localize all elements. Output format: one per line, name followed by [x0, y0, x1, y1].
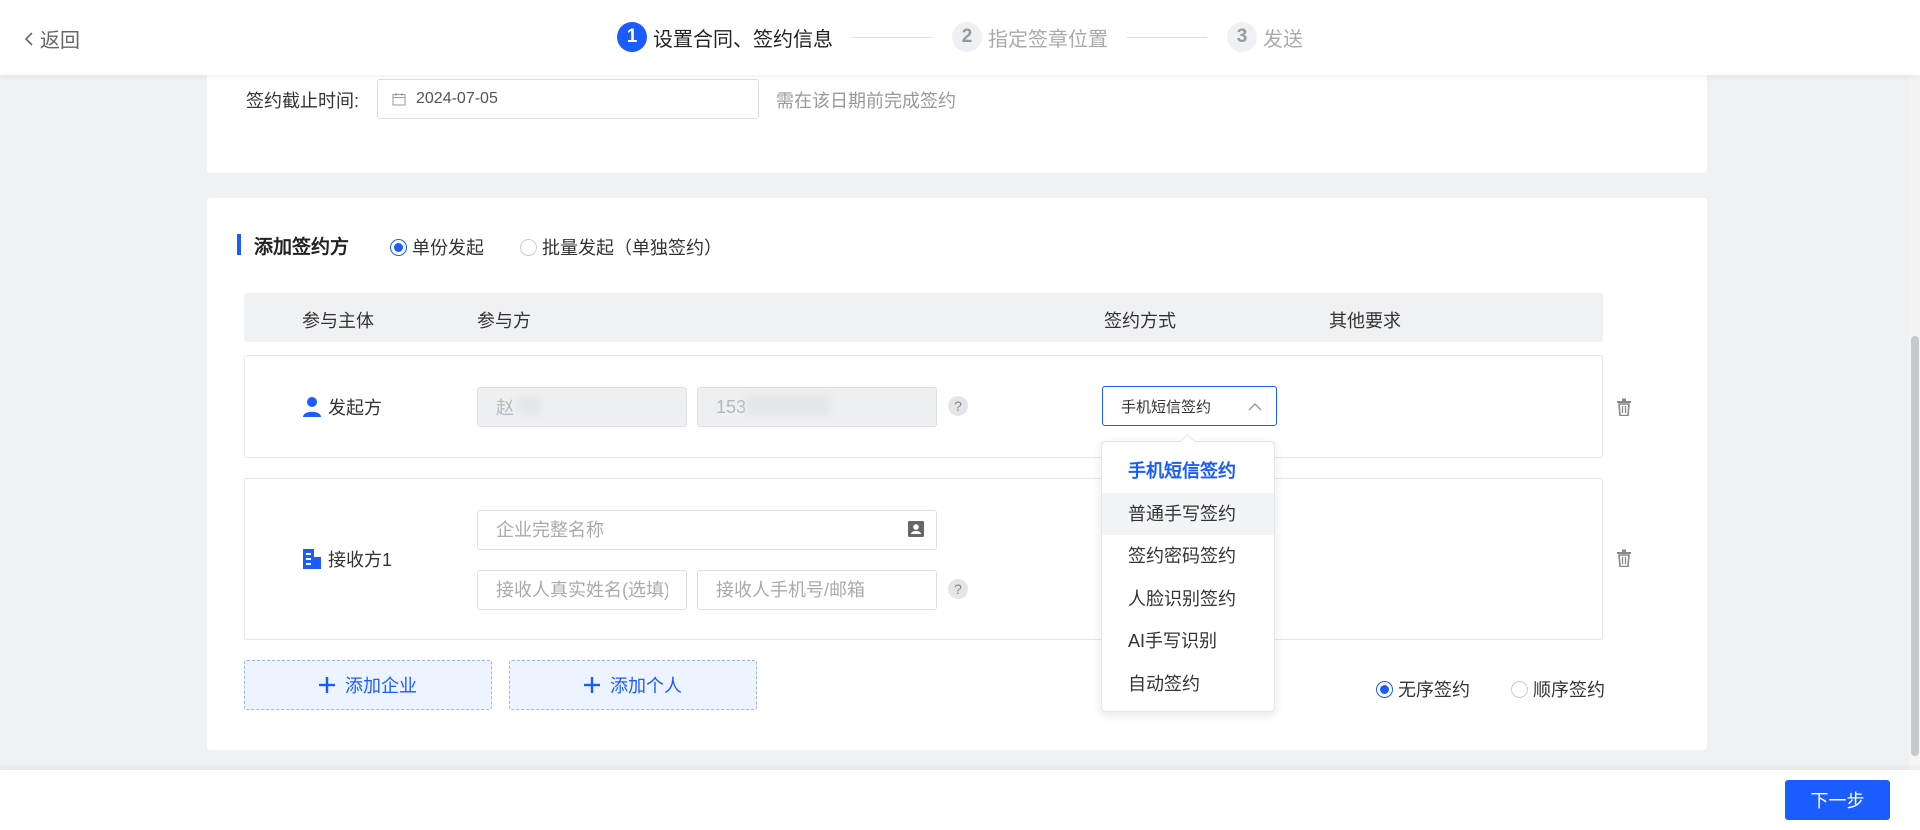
- sign-method-dropdown: 手机短信签约 普通手写签约 签约密码签约 人脸识别签约 AI手写识别 自动签约: [1101, 441, 1275, 712]
- add-company-button[interactable]: 添加企业: [244, 660, 492, 710]
- receiver-role-label: 接收方1: [328, 550, 393, 570]
- sign-method-select[interactable]: 手机短信签约: [1102, 386, 1277, 426]
- step-divider: [1127, 37, 1207, 38]
- back-label: 返回: [40, 30, 80, 52]
- chevron-left-icon: [24, 31, 33, 46]
- radio-checked-icon: [1376, 680, 1393, 698]
- initiator-phone-value: 153: [716, 396, 747, 417]
- order-sequential-label: 顺序签约: [1533, 680, 1605, 700]
- building-icon: [303, 549, 321, 569]
- step-3-number: 3: [1227, 22, 1257, 52]
- sign-method-option[interactable]: 自动签约: [1102, 663, 1274, 706]
- col-sign-method: 签约方式: [1104, 311, 1176, 331]
- step-2-number: 2: [952, 22, 982, 52]
- mode-batch-label: 批量发起（单独签约）: [542, 238, 722, 258]
- sign-method-option[interactable]: 签约密码签约: [1102, 535, 1274, 578]
- plus-icon: [319, 677, 335, 693]
- receiver-role: 接收方1: [302, 546, 392, 572]
- col-party: 参与方: [477, 311, 531, 331]
- add-person-label: 添加个人: [610, 676, 682, 696]
- signers-table-header: 参与主体 参与方 签约方式 其他要求: [244, 293, 1603, 342]
- step-3: 3 发送: [1227, 22, 1303, 52]
- sign-method-option[interactable]: AI手写识别: [1102, 620, 1274, 663]
- add-person-button[interactable]: 添加个人: [509, 660, 757, 710]
- redaction-blur: [518, 397, 540, 415]
- initiator-role-label: 发起方: [328, 398, 382, 418]
- section-accent-bar: [237, 234, 241, 255]
- col-other: 其他要求: [1329, 311, 1401, 331]
- company-name-input[interactable]: [477, 510, 937, 550]
- order-unordered-radio[interactable]: 无序签约: [1376, 676, 1470, 702]
- step-1-label: 设置合同、签约信息: [653, 28, 833, 51]
- person-icon: [303, 397, 321, 417]
- receiver-contact-input[interactable]: [697, 570, 937, 610]
- initiator-role: 发起方: [302, 394, 382, 420]
- step-1-number: 1: [617, 22, 647, 52]
- next-step-button[interactable]: 下一步: [1785, 780, 1890, 820]
- help-icon[interactable]: ?: [948, 396, 968, 416]
- deadline-label: 签约截止时间:: [246, 91, 360, 111]
- step-2: 2 指定签章位置: [952, 22, 1108, 52]
- step-2-label: 指定签章位置: [988, 28, 1108, 51]
- sign-method-value: 手机短信签约: [1121, 398, 1212, 416]
- mode-single-label: 单份发起: [412, 238, 484, 258]
- scrollbar-thumb[interactable]: [1911, 336, 1919, 756]
- top-bar: 返回 1 设置合同、签约信息 2 指定签章位置 3 发送: [0, 0, 1920, 75]
- deadline-date-value: 2024-07-05: [416, 90, 498, 107]
- radio-checked-icon: [390, 238, 407, 256]
- step-3-label: 发送: [1263, 28, 1303, 51]
- initiator-name-value: 赵: [496, 398, 514, 418]
- col-subject: 参与主体: [302, 311, 374, 331]
- radio-unchecked-icon: [1511, 680, 1528, 698]
- initiator-name-field: 赵: [477, 387, 687, 427]
- delete-receiver-icon[interactable]: [1616, 549, 1632, 567]
- help-icon[interactable]: ?: [948, 579, 968, 599]
- deadline-date-input[interactable]: 2024-07-05: [377, 79, 759, 119]
- chevron-up-icon: [1248, 403, 1262, 411]
- add-company-label: 添加企业: [345, 676, 417, 696]
- plus-icon: [584, 677, 600, 693]
- sign-method-option[interactable]: 人脸识别签约: [1102, 578, 1274, 621]
- mode-batch-radio[interactable]: 批量发起（单独签约）: [520, 234, 722, 260]
- mode-single-radio[interactable]: 单份发起: [390, 234, 484, 260]
- sign-method-option[interactable]: 普通手写签约: [1102, 492, 1274, 535]
- receiver-name-input[interactable]: [477, 570, 687, 610]
- order-sequential-radio[interactable]: 顺序签约: [1511, 676, 1605, 702]
- order-unordered-label: 无序签约: [1398, 680, 1470, 700]
- step-divider: [852, 37, 932, 38]
- redaction-blur: [746, 395, 830, 415]
- next-step-label: 下一步: [1810, 791, 1865, 811]
- radio-unchecked-icon: [520, 238, 537, 256]
- calendar-icon: [392, 93, 406, 106]
- sign-method-option[interactable]: 手机短信签约: [1102, 450, 1274, 493]
- delete-initiator-icon[interactable]: [1616, 398, 1632, 416]
- back-button[interactable]: 返回: [22, 24, 80, 53]
- deadline-hint: 需在该日期前完成签约: [776, 91, 956, 111]
- step-1: 1 设置合同、签约信息: [617, 22, 833, 52]
- receiver-row: [244, 478, 1603, 640]
- section-title: 添加签约方: [254, 237, 350, 258]
- footer-bar: [0, 770, 1920, 830]
- contact-book-icon[interactable]: [907, 520, 925, 538]
